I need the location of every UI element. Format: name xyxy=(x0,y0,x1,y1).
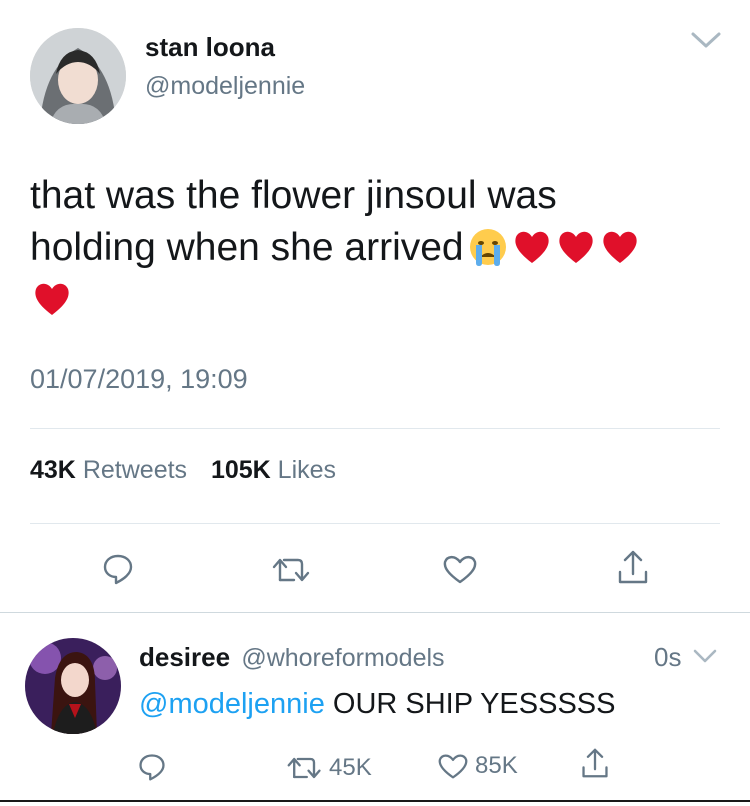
bottom-divider xyxy=(0,800,750,802)
reply-like-count: 85K xyxy=(475,752,518,779)
tweet-text-line-2-content: holding when she arrived xyxy=(30,226,464,269)
share-button[interactable] xyxy=(616,548,650,586)
red-heart-emoji xyxy=(556,227,596,267)
display-name[interactable]: stan loona xyxy=(145,32,275,63)
retweet-icon xyxy=(272,558,310,582)
reply-mention-link[interactable]: @modeljennie xyxy=(139,688,325,720)
reply-avatar-image xyxy=(25,638,121,734)
avatar-image xyxy=(30,28,126,124)
section-divider xyxy=(0,612,750,613)
likes-stat[interactable]: 105K Likes xyxy=(211,456,336,484)
red-heart-emoji xyxy=(512,227,552,267)
reply-retweet-button[interactable]: 45K xyxy=(287,754,372,782)
tweet-text-line-1: that was the flower jinsoul was xyxy=(30,174,557,217)
likes-label: Likes xyxy=(277,456,337,484)
reply-message: OUR SHIP YESSSSS xyxy=(324,688,616,720)
tweet-timestamp[interactable]: 01/07/2019, 19:09 xyxy=(30,364,248,395)
divider xyxy=(30,523,720,524)
reply-retweet-count: 45K xyxy=(329,754,372,781)
heart-icon xyxy=(438,754,468,779)
tweet-text: that was the flower jinsoul was holding … xyxy=(30,170,730,326)
reply-button[interactable] xyxy=(101,552,135,586)
reply-timestamp: 0s xyxy=(654,642,682,672)
user-handle[interactable]: @modeljennie xyxy=(145,72,305,101)
retweet-icon xyxy=(287,757,321,779)
tweet-text-line-3 xyxy=(30,274,730,326)
reply-header: desiree @whoreformodels xyxy=(139,642,445,673)
retweet-count: 43K xyxy=(30,456,76,484)
reply-reply-button[interactable] xyxy=(137,752,167,782)
engagement-stats: 43K Retweets 105K Likes xyxy=(30,456,336,485)
tweet-text-line-2: holding when she arrived xyxy=(30,222,730,274)
retweet-label: Retweets xyxy=(82,456,188,484)
reply-user-handle[interactable]: @whoreformodels xyxy=(241,644,444,672)
like-button[interactable] xyxy=(442,553,478,585)
red-heart-emoji xyxy=(32,279,72,319)
share-icon xyxy=(618,550,648,584)
chevron-down-icon[interactable] xyxy=(690,30,722,55)
reply-icon xyxy=(103,554,133,585)
reply-avatar[interactable] xyxy=(25,638,121,734)
crying-face-emoji xyxy=(468,227,508,267)
reply-time: 0s xyxy=(654,642,681,673)
reply-chevron-down-icon[interactable] xyxy=(692,648,718,669)
retweet-stat[interactable]: 43K Retweets xyxy=(30,456,187,484)
avatar[interactable] xyxy=(30,28,126,124)
reply-text: @modeljennie OUR SHIP YESSSSS xyxy=(139,688,615,721)
divider xyxy=(30,428,720,429)
reply-icon xyxy=(139,754,165,781)
share-icon xyxy=(582,748,608,778)
reply-like-button[interactable]: 85K xyxy=(437,752,518,780)
reply-display-name[interactable]: desiree xyxy=(139,642,230,672)
heart-icon xyxy=(443,555,477,584)
likes-count: 105K xyxy=(210,456,271,484)
red-heart-emoji xyxy=(600,227,640,267)
reply-share-button[interactable] xyxy=(580,746,610,780)
retweet-button[interactable] xyxy=(272,556,312,584)
